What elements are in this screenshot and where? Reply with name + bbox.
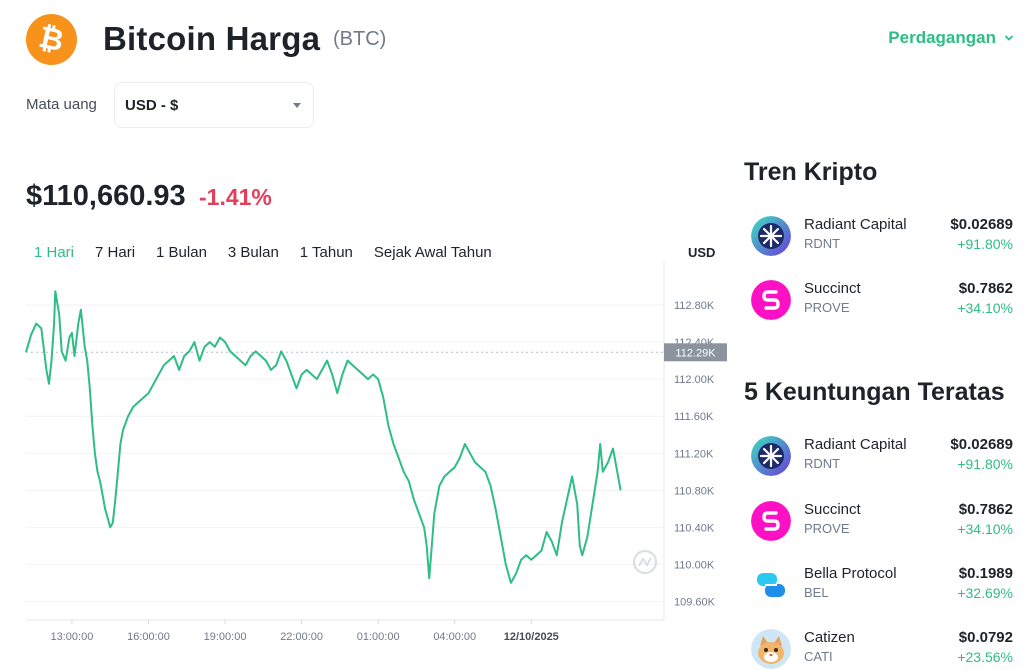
coin-symbol: PROVE [804, 300, 850, 315]
time-range-tabs: 1 Hari 7 Hari 1 Bulan 3 Bulan 1 Tahun Se… [26, 244, 505, 261]
coin-symbol: (BTC) [333, 28, 387, 50]
coin-symbol: CATI [804, 649, 833, 664]
coin-change: +91.80% [957, 236, 1013, 252]
coin-price: $0.7862 [958, 501, 1013, 518]
coin-price: $0.02689 [950, 436, 1013, 453]
currency-selected-value: USD - $ [125, 96, 179, 114]
coin-change: +23.56% [957, 649, 1013, 665]
page-title: Bitcoin Harga [103, 20, 321, 57]
gainer-row-succinct[interactable]: Succinct PROVE $0.7862 +34.10% [744, 497, 1016, 547]
succinct-icon [751, 280, 791, 320]
coin-price: $0.02689 [950, 216, 1013, 233]
coin-name: Radiant Capital [804, 216, 907, 233]
trending-row-succinct[interactable]: Succinct PROVE $0.7862 +34.10% [744, 276, 1016, 326]
chart-currency-label: USD [688, 245, 716, 260]
y-tick-label: 111.20K [674, 448, 714, 460]
coin-name: Catizen [804, 629, 855, 646]
bitcoin-glyph: ₿ [35, 19, 68, 60]
y-tick-label: 112.80K [674, 300, 715, 312]
price-change: -1.41% [199, 184, 272, 210]
trending-title: Tren Kripto [744, 158, 878, 186]
coin-name: Succinct [804, 280, 861, 297]
coin-price: $0.1989 [958, 565, 1013, 582]
x-tick-label: 01:00:00 [357, 631, 400, 643]
y-tick-label: 110.40K [674, 522, 715, 534]
gainer-row-bella-protocol[interactable]: Bella Protocol BEL $0.1989 +32.69% [744, 561, 1016, 611]
radiant-capital-icon [751, 436, 791, 476]
tab-1-bulan[interactable]: 1 Bulan [148, 244, 215, 261]
top-gainers-title: 5 Keuntungan Teratas [744, 378, 1005, 406]
y-tick-label: 112.00K [674, 374, 715, 386]
x-tick-label: 16:00:00 [127, 631, 170, 643]
watermark-icon [632, 549, 658, 575]
y-tick-label: 110.00K [674, 559, 715, 571]
bitcoin-logo-icon: ₿ [26, 14, 77, 65]
price-series-line [25, 290, 622, 584]
coin-change: +34.10% [957, 521, 1013, 537]
coin-change: +34.10% [957, 300, 1013, 316]
trending-row-radiant-capital[interactable]: Radiant Capital RDNT $0.02689 +91.80% [744, 212, 1016, 262]
coin-symbol: RDNT [804, 236, 841, 251]
gainer-row-catizen[interactable]: Catizen CATI $0.0792 +23.56% [744, 625, 1016, 670]
tab-1-hari[interactable]: 1 Hari [26, 244, 82, 261]
tab-sejak-awal-tahun[interactable]: Sejak Awal Tahun [366, 244, 500, 261]
coin-price: $0.7862 [958, 280, 1013, 297]
radiant-capital-icon [751, 216, 791, 256]
x-tick-label: 22:00:00 [280, 631, 323, 643]
tab-1-tahun[interactable]: 1 Tahun [292, 244, 361, 261]
bella-protocol-icon [751, 565, 791, 605]
currency-select[interactable]: USD - $ [114, 82, 314, 128]
gainer-row-radiant-capital[interactable]: Radiant Capital RDNT $0.02689 +91.80% [744, 432, 1016, 482]
chevron-down-icon [1004, 35, 1014, 41]
x-tick-label: 12/10/2025 [504, 631, 559, 643]
coin-symbol: RDNT [804, 456, 841, 471]
y-tick-label: 109.60K [674, 596, 716, 608]
coin-symbol: PROVE [804, 521, 850, 536]
coin-name: Succinct [804, 501, 861, 518]
x-tick-label: 19:00:00 [204, 631, 247, 643]
y-tick-label: 110.80K [674, 485, 715, 497]
coin-price: $0.0792 [958, 629, 1013, 646]
coin-name: Bella Protocol [804, 565, 897, 582]
tab-7-hari[interactable]: 7 Hari [87, 244, 143, 261]
x-tick-label: 13:00:00 [51, 631, 94, 643]
currency-label: Mata uang [26, 96, 97, 113]
x-tick-label: 04:00:00 [433, 631, 476, 643]
catizen-icon [751, 629, 791, 669]
y-tick-label: 111.60K [674, 411, 714, 423]
tab-3-bulan[interactable]: 3 Bulan [220, 244, 287, 261]
caret-down-icon [293, 102, 301, 108]
coin-symbol: BEL [804, 585, 829, 600]
coin-name: Radiant Capital [804, 436, 907, 453]
trade-dropdown-label: Perdagangan [888, 28, 996, 47]
coin-change: +32.69% [957, 585, 1013, 601]
current-price-tag-label: 112.29K [675, 347, 716, 359]
succinct-icon [751, 501, 791, 541]
current-price: $110,660.93 [26, 180, 186, 212]
trade-dropdown-button[interactable]: Perdagangan [888, 28, 1014, 48]
price-chart[interactable]: 112.80K112.40K112.00K111.60K111.20K110.8… [0, 262, 740, 662]
coin-change: +91.80% [957, 456, 1013, 472]
